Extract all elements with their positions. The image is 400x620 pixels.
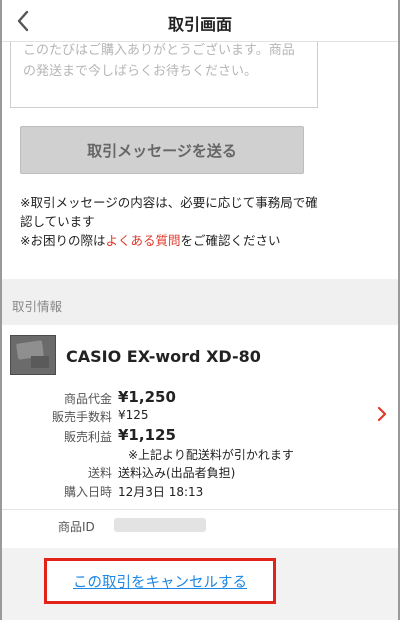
note-line-1: ※取引メッセージの内容は、必要に応じて事務局で確認しています bbox=[20, 195, 318, 229]
detail-profit-note: ※上記より配送料が引かれます bbox=[0, 446, 400, 466]
cancel-highlight-frame: この取引をキャンセルする bbox=[44, 558, 276, 604]
purchase-date-value: 12月3日 18:13 bbox=[118, 485, 204, 499]
profit-note: ※上記より配送料が引かれます bbox=[128, 448, 294, 462]
thumbnail-device-screen bbox=[31, 356, 49, 368]
profit-value: ¥1,125 bbox=[118, 426, 176, 444]
item-id-label: 商品ID bbox=[58, 520, 95, 534]
item-detail-chevron[interactable] bbox=[374, 404, 390, 424]
item-name: CASIO EX-word XD-80 bbox=[66, 347, 261, 366]
detail-purchase-date: 購入日時 12月3日 18:13 bbox=[0, 483, 400, 503]
item-summary[interactable]: CASIO EX-word XD-80 bbox=[2, 325, 398, 389]
price-label: 商品代金 bbox=[63, 392, 112, 406]
price-value: ¥1,250 bbox=[118, 388, 176, 406]
app-header: 取引画面 bbox=[2, 0, 398, 42]
cancel-transaction-link[interactable]: この取引をキャンセルする bbox=[73, 571, 247, 592]
message-text: このたびはご購入ありがとうございます。商品 の発送まで今しばらくお待ちください。 bbox=[23, 43, 295, 79]
phone-screen: このたびはご購入ありがとうございます。商品 の発送まで今しばらくお待ちください。… bbox=[0, 0, 400, 620]
item-id-value-redacted bbox=[114, 518, 206, 532]
profit-label: 販売利益 bbox=[63, 430, 112, 444]
page-title: 取引画面 bbox=[167, 15, 232, 34]
item-thumbnail bbox=[10, 335, 56, 375]
chevron-right-icon bbox=[377, 406, 387, 422]
fee-label: 販売手数料 bbox=[51, 410, 112, 424]
send-message-button[interactable]: 取引メッセージを送る bbox=[20, 126, 304, 174]
note-line-2: ※お困りの際はよくある質問をご確認ください bbox=[20, 231, 320, 250]
divider bbox=[2, 509, 398, 510]
faq-link[interactable]: よくある質問 bbox=[105, 233, 180, 248]
purchase-date-label: 購入日時 bbox=[63, 485, 112, 499]
shipping-value: 送料込み(出品者負担) bbox=[118, 466, 236, 480]
shipping-label: 送料 bbox=[87, 466, 112, 480]
detail-fee: 販売手数料 ¥125 bbox=[0, 408, 400, 428]
message-notes: ※取引メッセージの内容は、必要に応じて事務局で確認しています ※お困りの際はよく… bbox=[20, 193, 320, 250]
detail-price: 商品代金 ¥1,250 bbox=[0, 388, 400, 408]
transaction-info-header: 取引情報 bbox=[2, 279, 398, 325]
note-line-2-suffix: をご確認ください bbox=[180, 233, 281, 248]
fee-value: ¥125 bbox=[118, 408, 149, 422]
note-line-2-prefix: ※お困りの際は bbox=[20, 233, 106, 248]
section-label: 取引情報 bbox=[12, 299, 63, 314]
detail-profit: 販売利益 ¥1,125 bbox=[0, 426, 400, 446]
detail-shipping: 送料 送料込み(出品者負担) bbox=[0, 464, 400, 484]
